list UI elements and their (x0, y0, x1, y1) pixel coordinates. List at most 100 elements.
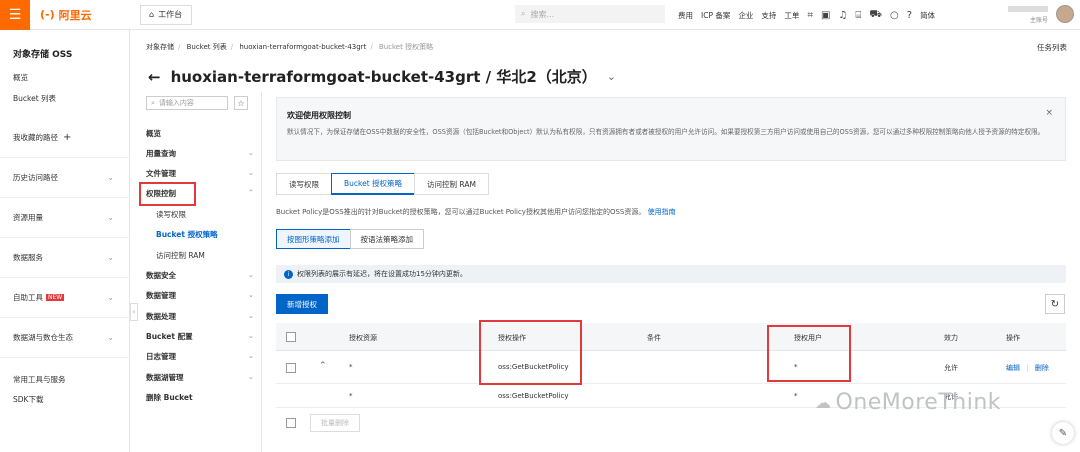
star-icon[interactable]: ☆ (234, 96, 248, 110)
info-icon: i (284, 269, 293, 279)
tab-ram[interactable]: 访问控制 RAM (414, 173, 489, 195)
page-title: huoxian-terraformgoat-bucket-43grt / 华北2… (170, 68, 597, 86)
sidebar-group-favorites[interactable]: 我收藏的路径 + (0, 117, 130, 157)
menu-delete-bucket[interactable]: 删除 Bucket (146, 392, 254, 403)
col-effect: 效力 (944, 334, 958, 342)
sidebar-group-usage[interactable]: 资源用量 ⌄ (0, 197, 130, 237)
collapse-sidebar-button[interactable]: ‹ (130, 303, 138, 321)
menu-icon[interactable]: ☰ (0, 0, 30, 30)
sidebar-group-history[interactable]: 历史访问路径 ⌄ (0, 157, 130, 197)
nav-billing[interactable]: 费用 (678, 10, 693, 21)
highlight-box (479, 320, 582, 385)
new-badge: NEW (46, 294, 65, 301)
help-icon[interactable]: ? (907, 10, 912, 21)
chevron-down-icon: ⌄ (247, 148, 254, 157)
menu-data-security[interactable]: 数据安全 ⌄ (146, 270, 254, 281)
workbench-label: 工作台 (158, 10, 183, 19)
home-icon: ⌂ (149, 10, 155, 19)
nav-icp[interactable]: ICP 备案 (701, 10, 730, 21)
menu-search-input[interactable]: ⌕ 请输入内容 (146, 96, 228, 110)
info-notice: i 权限列表的展示有延迟，将在设置成功15分钟内更新。 (276, 265, 1066, 283)
nav-ticket[interactable]: 工单 (784, 10, 799, 21)
watermark-text: OneMoreThink (835, 390, 1002, 415)
tab-bucket-policy[interactable]: Bucket 授权策略 (331, 173, 416, 195)
back-arrow-icon[interactable]: ← (148, 68, 161, 86)
add-authorization-button[interactable]: 新增授权 (276, 294, 328, 314)
menu-label: 数据处理 (146, 312, 176, 321)
welcome-title: 欢迎使用权限控制 (287, 111, 351, 120)
breadcrumb-bucket-list[interactable]: Bucket 列表 (187, 43, 227, 51)
row-checkbox[interactable] (286, 363, 296, 373)
submenu-bucket-policy[interactable]: Bucket 授权策略 (156, 229, 218, 240)
aliyun-logo[interactable]: (-) 阿里云 (40, 7, 114, 23)
nav-support[interactable]: 支持 (761, 10, 776, 21)
breadcrumb-bucket[interactable]: huoxian-terraformgoat-bucket-43grt (239, 43, 366, 51)
col-resource: 授权资源 (349, 334, 377, 342)
nav-enterprise[interactable]: 企业 (738, 10, 753, 21)
refresh-icon[interactable]: ↻ (1045, 294, 1065, 314)
table-header: 授权资源 授权操作 条件 授权用户 效力 操作 (276, 323, 1066, 351)
submenu-ram[interactable]: 访问控制 RAM (156, 250, 205, 261)
menu-datalake-management[interactable]: 数据湖管理 ⌄ (146, 372, 254, 383)
menu-label: 数据管理 (146, 291, 176, 300)
close-icon[interactable]: × (1045, 108, 1053, 118)
workbench-button[interactable]: ⌂ 工作台 (140, 4, 192, 25)
chevron-down-icon: ⌄ (107, 333, 114, 342)
edit-icon[interactable]: ✎ (1052, 422, 1074, 444)
menu-data-processing[interactable]: 数据处理 ⌄ (146, 311, 254, 322)
account-info[interactable]: 主账号 (1000, 6, 1048, 24)
guide-link[interactable]: 使用指南 (648, 208, 676, 216)
sidebar-group-self-service[interactable]: 自助工具 NEW ⌄ (0, 277, 130, 317)
add-icon[interactable]: + (63, 132, 71, 143)
wechat-icon: ☁ (815, 393, 832, 412)
help-doc-icon[interactable]: ⌸ (855, 10, 861, 21)
task-list-link[interactable]: 任务列表 (1037, 42, 1067, 53)
chevron-down-icon[interactable]: ⌄ (607, 70, 616, 83)
select-all-checkbox[interactable] (286, 332, 296, 342)
cell-user: * (794, 392, 798, 400)
bulk-delete-button[interactable]: 批量删除 (310, 414, 360, 432)
bulk-select-checkbox[interactable] (286, 418, 296, 428)
terminal-icon[interactable]: ⌗ (807, 10, 813, 21)
tab-syntax-policy[interactable]: 按语法策略添加 (349, 229, 424, 249)
global-search-input[interactable]: ⌕ 搜索... (515, 5, 665, 23)
sidebar-group-data-services[interactable]: 数据服务 ⌄ (0, 237, 130, 277)
chevron-down-icon: ⌄ (247, 168, 254, 177)
top-nav: 费用 ICP 备案 企业 支持 工单 ⌗ ▣ ♫ ⌸ ⛟ ○ ? 简体 (678, 0, 935, 30)
menu-label: 删除 Bucket (146, 393, 193, 402)
menu-usage-query[interactable]: 用量查询 ⌄ (146, 148, 254, 159)
group-label: 数据湖与数仓生态 (13, 333, 73, 342)
menu-file-management[interactable]: 文件管理 ⌄ (146, 168, 254, 179)
delete-link[interactable]: 删除 (1035, 364, 1049, 372)
sidebar-group-datalake[interactable]: 数据湖与数仓生态 ⌄ (0, 317, 130, 357)
menu-label: 概览 (146, 129, 161, 138)
bulb-icon[interactable]: ○ (890, 10, 899, 21)
top-bar: ☰ (-) 阿里云 ⌂ 工作台 ⌕ 搜索... 费用 ICP 备案 企业 支持 … (0, 0, 1080, 30)
menu-data-management[interactable]: 数据管理 ⌄ (146, 290, 254, 301)
menu-log-management[interactable]: 日志管理 ⌄ (146, 351, 254, 362)
search-icon: ⌕ (521, 9, 526, 18)
table-row: ⌃ * oss:GetBucketPolicy * 允许 编辑 | 删除 (276, 351, 1066, 384)
chevron-up-icon[interactable]: ⌃ (319, 361, 327, 371)
submenu-rw-permission[interactable]: 读写权限 (156, 209, 186, 220)
menu-bucket-config[interactable]: Bucket 配置 ⌄ (146, 331, 254, 342)
col-operations: 操作 (1006, 334, 1020, 342)
cart-icon[interactable]: ⛟ (869, 9, 882, 22)
edit-link[interactable]: 编辑 (1006, 364, 1020, 372)
sidebar-item-overview[interactable]: 概览 (13, 72, 28, 83)
screen-icon[interactable]: ▣ (821, 10, 830, 21)
menu-label: Bucket 配置 (146, 332, 193, 341)
avatar[interactable] (1056, 5, 1074, 23)
logo-text: 阿里云 (58, 8, 92, 22)
tab-graphical-policy[interactable]: 按图形策略添加 (276, 229, 351, 249)
tab-rw-permission[interactable]: 读写权限 (276, 173, 332, 195)
sidebar-item-tools[interactable]: 常用工具与服务 (13, 374, 66, 385)
bell-icon[interactable]: ♫ (838, 10, 847, 21)
sidebar-item-sdk[interactable]: SDK下载 (13, 394, 43, 405)
sidebar-item-bucket-list[interactable]: Bucket 列表 (13, 93, 56, 104)
breadcrumb-oss[interactable]: 对象存储 (146, 43, 174, 51)
language-switch[interactable]: 简体 (920, 10, 935, 21)
policy-desc-text: Bucket Policy是OSS推出的针对Bucket的授权策略，您可以通过B… (276, 208, 646, 216)
menu-overview[interactable]: 概览 (146, 128, 254, 139)
chevron-down-icon: ⌄ (107, 293, 114, 302)
